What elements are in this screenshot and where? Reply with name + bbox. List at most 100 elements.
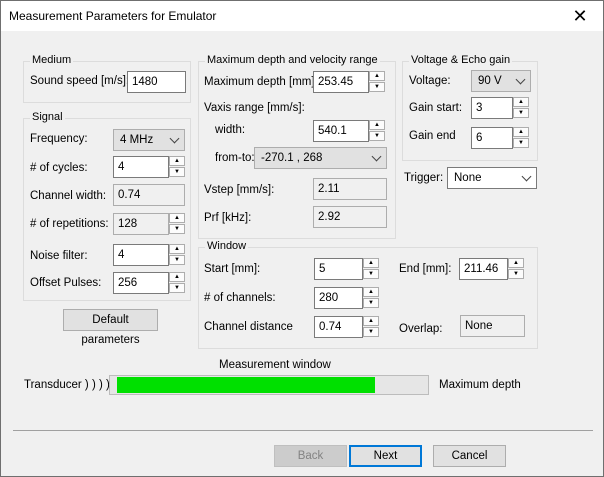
trigger-dropdown[interactable]: None [447,167,537,189]
default-parameters-button[interactable]: Default parameters [63,309,158,346]
gain-end-input[interactable]: 6 [471,127,513,149]
window-title: Measurement Parameters for Emulator [9,9,217,23]
voltage-dropdown[interactable]: 90 V [471,70,531,92]
gain-start-input[interactable]: 3 [471,97,513,119]
prf-field: 2.92 [313,206,387,228]
chevron-down-icon [521,171,532,182]
vstep-label: Vstep [mm/s]: [204,184,275,196]
channels-input[interactable]: 280 [314,287,363,309]
spin-down-icon[interactable]: ▼ [363,298,379,308]
from-to-dropdown[interactable]: -270.1 , 268 [254,147,387,169]
chevron-down-icon [371,151,382,162]
gain-end-label: Gain end [409,130,456,142]
repetitions-input[interactable]: 128 [113,213,169,235]
trigger-value: None [454,172,482,184]
next-button[interactable]: Next [349,445,422,467]
spin-down-icon[interactable]: ▼ [363,327,379,337]
offset-pulses-label: Offset Pulses: [30,277,102,289]
channel-width-field: 0.74 [113,184,185,206]
vstep-field: 2.11 [313,178,387,200]
end-input[interactable]: 211.46 [459,258,508,280]
depth-velocity-group-title: Maximum depth and velocity range [205,54,380,66]
spin-up-icon[interactable]: ▲ [363,316,379,326]
window-group-title: Window [205,240,249,252]
medium-group-title: Medium [30,54,74,66]
max-depth-input[interactable]: 253.45 [313,71,369,93]
spin-up-icon[interactable]: ▲ [169,213,185,223]
repetitions-label: # of repetitions: [30,218,109,230]
frequency-value: 4 MHz [120,134,154,146]
signal-group-title: Signal [30,111,65,123]
end-spinner[interactable]: ▲ ▼ [508,258,524,280]
chevron-down-icon [515,74,526,85]
from-to-value: -270.1 , 268 [261,152,323,164]
vaxis-width-spinner[interactable]: ▲ ▼ [369,120,385,142]
cycles-label: # of cycles: [30,162,88,174]
channel-distance-label: Channel distance [204,321,293,333]
measurement-bar [109,375,429,395]
transducer-label: Transducer ) ) ) ) [24,379,110,391]
sound-speed-label: Sound speed [m/s]: [30,75,130,87]
cancel-button[interactable]: Cancel [433,445,506,467]
spin-down-icon[interactable]: ▼ [513,108,529,118]
spin-up-icon[interactable]: ▲ [508,258,524,268]
spin-down-icon[interactable]: ▼ [513,138,529,148]
spin-up-icon[interactable]: ▲ [169,156,185,166]
close-icon[interactable]: ✕ [557,1,603,31]
channel-distance-input[interactable]: 0.74 [314,316,363,338]
spin-down-icon[interactable]: ▼ [363,269,379,279]
spin-up-icon[interactable]: ▲ [369,120,385,130]
frequency-dropdown[interactable]: 4 MHz [113,129,185,151]
cycles-input[interactable]: 4 [113,156,169,178]
noise-filter-spinner[interactable]: ▲ ▼ [169,244,185,266]
spin-down-icon[interactable]: ▼ [508,269,524,279]
spin-up-icon[interactable]: ▲ [363,287,379,297]
spin-up-icon[interactable]: ▲ [513,97,529,107]
start-label: Start [mm]: [204,263,261,275]
vaxis-range-label: Vaxis range [mm/s]: [204,102,305,114]
max-depth-spinner[interactable]: ▲ ▼ [369,71,385,93]
gain-start-label: Gain start: [409,102,463,114]
spin-up-icon[interactable]: ▲ [169,244,185,254]
spin-up-icon[interactable]: ▲ [363,258,379,268]
title-bar: Measurement Parameters for Emulator ✕ [1,1,603,31]
vaxis-width-input[interactable]: 540.1 [313,120,369,142]
cycles-spinner[interactable]: ▲ ▼ [169,156,185,178]
noise-filter-input[interactable]: 4 [113,244,169,266]
spin-up-icon[interactable]: ▲ [369,71,385,81]
trigger-label: Trigger: [404,172,444,184]
spin-up-icon[interactable]: ▲ [169,272,185,282]
prf-label: Prf [kHz]: [204,212,252,224]
frequency-label: Frequency: [30,133,88,145]
from-to-label: from-to: [215,152,255,164]
measurement-bar-fill [117,377,375,393]
channels-spinner[interactable]: ▲ ▼ [363,287,379,309]
separator-line [13,430,593,431]
maximum-depth-label: Maximum depth [439,379,521,391]
start-spinner[interactable]: ▲ ▼ [363,258,379,280]
voltage-value: 90 V [478,75,502,87]
spin-down-icon[interactable]: ▼ [169,167,185,177]
spin-down-icon[interactable]: ▼ [169,283,185,293]
channel-width-label: Channel width: [30,190,107,202]
channel-distance-spinner[interactable]: ▲ ▼ [363,316,379,338]
repetitions-spinner[interactable]: ▲ ▼ [169,213,185,235]
gain-end-spinner[interactable]: ▲ ▼ [513,127,529,149]
spin-down-icon[interactable]: ▼ [169,255,185,265]
chevron-down-icon [169,133,180,144]
gain-start-spinner[interactable]: ▲ ▼ [513,97,529,119]
overlap-field: None [460,315,525,337]
sound-speed-input[interactable]: 1480 [127,71,186,93]
spin-up-icon[interactable]: ▲ [513,127,529,137]
max-depth-label: Maximum depth [mm]: [204,76,318,88]
overlap-label: Overlap: [399,323,443,335]
spin-down-icon[interactable]: ▼ [369,82,385,92]
offset-pulses-spinner[interactable]: ▲ ▼ [169,272,185,294]
spin-down-icon[interactable]: ▼ [169,224,185,234]
noise-filter-label: Noise filter: [30,250,88,262]
start-input[interactable]: 5 [314,258,363,280]
back-button[interactable]: Back [274,445,347,467]
offset-pulses-input[interactable]: 256 [113,272,169,294]
channels-label: # of channels: [204,292,276,304]
spin-down-icon[interactable]: ▼ [369,131,385,141]
